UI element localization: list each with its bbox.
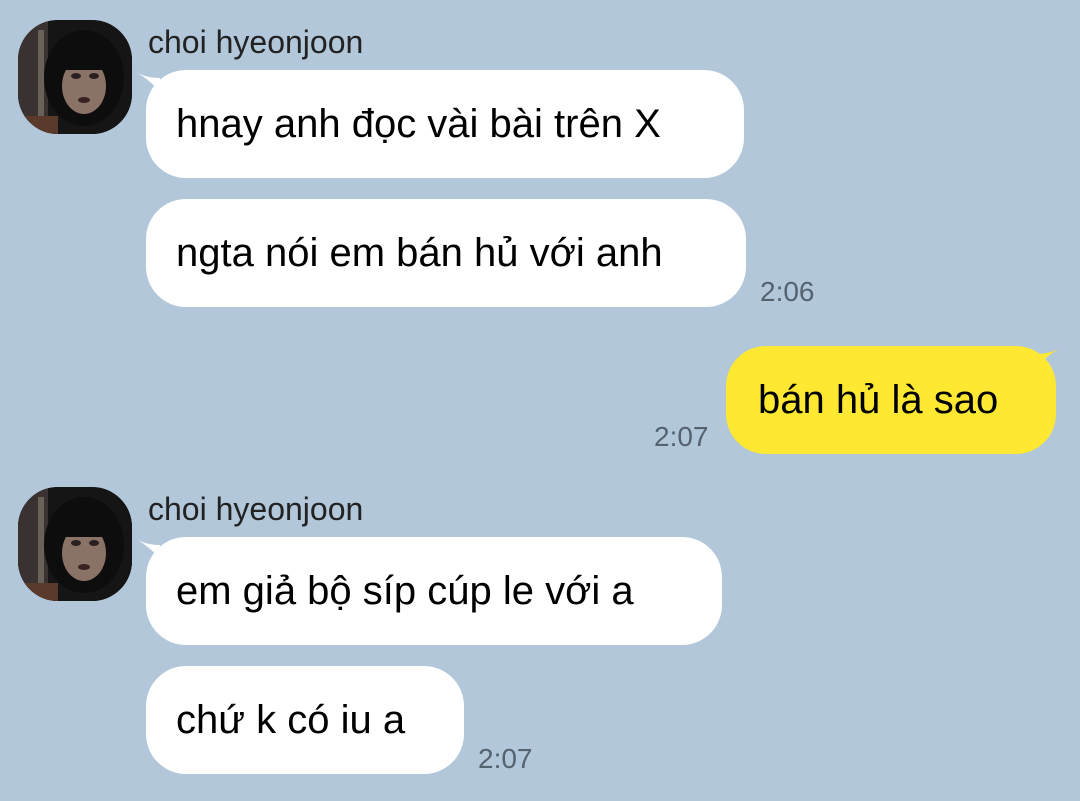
message-bubble[interactable]: ngta nói em bán hủ với anh	[146, 199, 746, 307]
avatar[interactable]	[18, 20, 132, 134]
message-text: ngta nói em bán hủ với anh	[176, 231, 663, 275]
message-text: bán hủ là sao	[758, 378, 999, 422]
message-bubble[interactable]: bán hủ là sao	[726, 346, 1056, 454]
message-text: hnay anh đọc vài bài trên X	[176, 102, 661, 146]
message-timestamp: 2:07	[654, 421, 709, 452]
message-timestamp: 2:06	[760, 276, 815, 307]
avatar-photo	[18, 487, 132, 601]
message-bubble[interactable]: chứ k có iu a	[146, 666, 464, 774]
message-bubble[interactable]: em giả bộ síp cúp le với a	[146, 537, 722, 645]
message-bubble[interactable]: hnay anh đọc vài bài trên X	[146, 70, 744, 178]
avatar-photo	[18, 20, 132, 134]
bubble-tail	[1036, 348, 1060, 368]
sender-name: choi hyeonjoon	[148, 491, 364, 527]
message-timestamp: 2:07	[478, 743, 533, 774]
message-text: chứ k có iu a	[176, 698, 406, 742]
message-text: em giả bộ síp cúp le với a	[176, 569, 634, 613]
avatar[interactable]	[18, 487, 132, 601]
sender-name: choi hyeonjoon	[148, 24, 364, 60]
